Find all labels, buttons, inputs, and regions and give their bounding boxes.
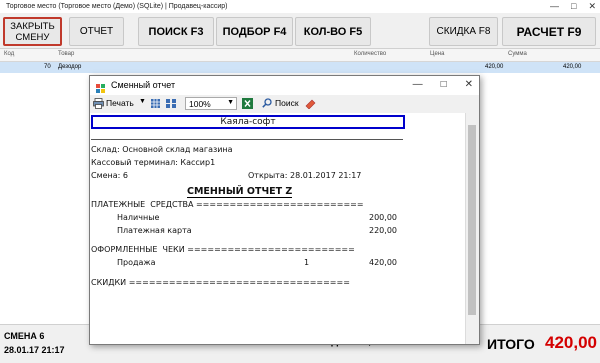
terminal-line: Кассовый терминал: Кассир1 <box>91 158 216 167</box>
cash-label: Наличные <box>117 213 160 222</box>
opened-line: Открыта: 28.01.2017 21:17 <box>248 171 362 180</box>
search-label: ПОИСК F3 <box>148 25 204 38</box>
search-button[interactable]: ПОИСК F3 <box>138 17 214 46</box>
report-toolbar: Печать ▼ 100% ▼ Поиск <box>90 95 479 114</box>
company-name-box[interactable]: Каяла-софт <box>91 115 405 129</box>
close-shift-button[interactable]: ЗАКРЫТЬ СМЕНУ <box>3 17 62 46</box>
company-name: Каяла-софт <box>220 117 276 127</box>
sale-label: Продажа <box>117 258 156 267</box>
checks-header: ОФОРМЛЕННЫЕ ЧЕКИ =======================… <box>91 245 355 254</box>
zoom-select[interactable]: 100% ▼ <box>185 97 237 110</box>
quantity-label: КОЛ-ВО F5 <box>303 25 363 38</box>
report-document: Каяла-софт Склад: Основной склад магазин… <box>90 113 465 344</box>
zoom-dropdown-icon[interactable]: ▼ <box>227 99 234 106</box>
print-label[interactable]: Печать <box>106 98 134 108</box>
checkout-label: РАСЧЕТ F9 <box>516 24 582 39</box>
window-title: Торговое место (Торговое место (Демо) (S… <box>6 3 228 10</box>
search-label[interactable]: Поиск <box>275 98 299 108</box>
discount-button[interactable]: СКИДКА F8 <box>429 17 498 46</box>
sale-count: 1 <box>304 258 310 267</box>
report-scrollbar[interactable] <box>465 113 479 344</box>
pick-button[interactable]: ПОДБОР F4 <box>216 17 293 46</box>
close-shift-label-2: СМЕНУ <box>15 31 50 43</box>
eraser-icon[interactable] <box>305 98 316 110</box>
col-code[interactable]: Код <box>4 51 14 57</box>
minimize-icon[interactable]: — <box>550 0 559 13</box>
report-app-icon <box>96 81 105 93</box>
window-controls: — □ ✕ <box>550 0 596 13</box>
grid-header: Код Товар Количество Цена Сумма <box>0 49 600 62</box>
total-caption: ИТОГО <box>487 336 535 352</box>
checkout-button[interactable]: РАСЧЕТ F9 <box>502 17 596 46</box>
printer-icon[interactable] <box>93 98 104 109</box>
dialog-titlebar[interactable]: Сменный отчет — □ ✕ <box>90 76 479 94</box>
dialog-title: Сменный отчет <box>111 80 176 90</box>
col-sum[interactable]: Сумма <box>508 51 527 57</box>
col-price[interactable]: Цена <box>430 51 444 57</box>
discount-label: СКИДКА F8 <box>436 26 491 37</box>
card-value: 220,00 <box>369 226 397 235</box>
report-label: ОТЧЕТ <box>79 26 114 37</box>
divider <box>91 139 403 140</box>
shift-report-dialog: Сменный отчет — □ ✕ Печать ▼ 100% ▼ Поис… <box>89 75 480 345</box>
row-sum: 420,00 <box>563 64 582 70</box>
discounts-header: СКИДКИ ================================= <box>91 278 350 287</box>
row-item: Дезодор <box>58 64 82 70</box>
quantity-button[interactable]: КОЛ-ВО F5 <box>295 17 371 46</box>
grid-view-icon[interactable] <box>151 99 160 108</box>
total-value: 420,00 <box>545 333 597 352</box>
main-toolbar: ЗАКРЫТЬ СМЕНУ ОТЧЕТ ПОИСК F3 ПОДБОР F4 К… <box>0 13 600 49</box>
row-price: 420,00 <box>485 64 504 70</box>
col-item[interactable]: Товар <box>58 51 74 57</box>
dialog-maximize-icon[interactable]: □ <box>441 76 447 94</box>
report-button[interactable]: ОТЧЕТ <box>69 17 124 46</box>
close-shift-label-1: ЗАКРЫТЬ <box>10 20 55 32</box>
dialog-close-icon[interactable]: ✕ <box>465 76 473 94</box>
payments-header: ПЛАТЕЖНЫЕ СРЕДСТВА =====================… <box>91 200 364 209</box>
window-titlebar: Торговое место (Торговое место (Демо) (S… <box>0 0 600 13</box>
sale-value: 420,00 <box>369 258 397 267</box>
warehouse-line: Склад: Основной склад магазина <box>91 145 233 154</box>
dialog-minimize-icon[interactable]: — <box>413 76 423 94</box>
maximize-icon[interactable]: □ <box>571 0 576 13</box>
col-qty[interactable]: Количество <box>354 51 386 57</box>
shift-datetime: 28.01.17 21:17 <box>4 345 65 355</box>
pages-view-icon[interactable] <box>166 99 176 108</box>
scrollbar-thumb[interactable] <box>468 125 476 315</box>
search-icon[interactable] <box>262 98 272 108</box>
table-row[interactable]: 70 Дезодор 420,00 420,00 <box>0 62 600 73</box>
zoom-value: 100% <box>189 99 211 109</box>
shift-number: СМЕНА 6 <box>4 331 45 341</box>
pick-label: ПОДБОР F4 <box>222 25 287 38</box>
shift-line: Смена: 6 <box>91 171 129 180</box>
report-heading: СМЕННЫЙ ОТЧЕТ Z <box>187 186 293 198</box>
card-label: Платежная карта <box>117 226 192 235</box>
cash-value: 200,00 <box>369 213 397 222</box>
row-code: 70 <box>44 64 51 70</box>
print-dropdown-icon[interactable]: ▼ <box>139 98 146 105</box>
excel-icon[interactable] <box>242 98 253 109</box>
close-icon[interactable]: ✕ <box>588 0 596 13</box>
